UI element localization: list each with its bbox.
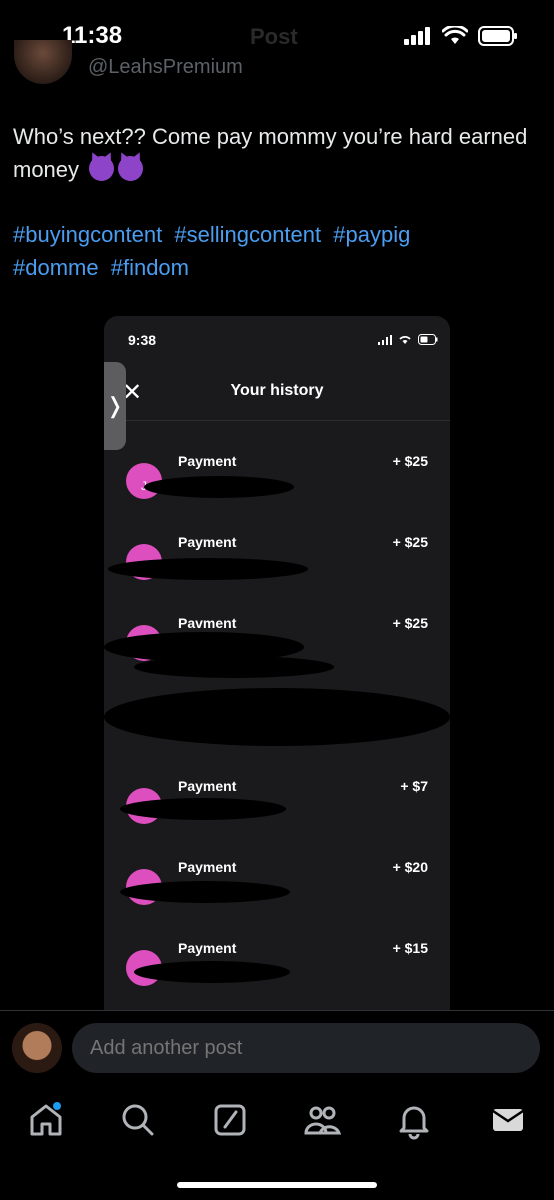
redaction-mark <box>120 798 286 820</box>
transaction-label: Payment <box>178 534 237 550</box>
wifi-icon <box>399 336 411 344</box>
battery-icon <box>478 26 517 46</box>
embedded-screenshot[interactable]: 9:38 ✕ Your history J Payment + $25 J Pa… <box>104 316 450 1026</box>
home-indicator <box>177 1182 377 1188</box>
transaction-label: Payment <box>178 940 237 956</box>
hashtag-link[interactable]: #buyingcontent <box>13 222 162 247</box>
compose-icon[interactable] <box>210 1100 250 1140</box>
hashtag-link[interactable]: #paypig <box>333 222 410 247</box>
divider <box>104 420 450 421</box>
status-icons <box>404 26 518 46</box>
author-handle[interactable]: @LeahsPremium <box>88 56 243 79</box>
transaction-label: Payment <box>178 453 237 469</box>
cellular-signal-icon <box>378 334 392 345</box>
communities-icon[interactable] <box>302 1100 342 1140</box>
smiling-imp-emoji-icon <box>118 156 144 181</box>
reply-bar <box>0 1010 554 1085</box>
status-bar: 11:38 Post <box>0 0 554 78</box>
wifi-icon <box>442 26 468 44</box>
hashtag-link[interactable]: #domme <box>13 255 99 280</box>
transaction-label: Payment <box>178 778 237 794</box>
embed-status-icons <box>378 334 438 345</box>
redaction-mark <box>134 656 334 678</box>
messages-icon[interactable] <box>488 1100 528 1140</box>
transaction-amount: + $20 <box>392 859 428 875</box>
smiling-imp-emoji-icon <box>89 156 115 181</box>
transaction-label: Pavment <box>178 615 237 631</box>
embed-title: Your history <box>230 382 324 399</box>
redaction-mark <box>104 688 450 746</box>
home-icon[interactable] <box>26 1100 66 1140</box>
cellular-signal-icon <box>404 27 430 45</box>
search-icon[interactable] <box>118 1100 158 1140</box>
avatar[interactable] <box>12 1023 62 1073</box>
redaction-mark <box>134 961 290 983</box>
battery-icon <box>418 334 438 345</box>
expand-handle-chevron-icon[interactable]: ❭ <box>104 362 126 450</box>
notifications-icon[interactable] <box>394 1100 434 1140</box>
transaction-label: Payment <box>178 859 237 875</box>
reply-input[interactable] <box>72 1023 540 1073</box>
hashtag-link[interactable]: #sellingcontent <box>174 222 321 247</box>
header-title: Post <box>250 24 298 49</box>
transaction-amount: + $25 <box>392 534 428 550</box>
transaction-amount: + $15 <box>392 940 428 956</box>
transaction-amount: + $25 <box>392 615 428 631</box>
hashtags: #buyingcontent #sellingcontent #paypig #… <box>13 218 533 284</box>
redaction-mark <box>108 558 308 580</box>
embed-status-time: 9:38 <box>128 332 157 348</box>
transaction-amount: + $25 <box>392 453 428 469</box>
hashtag-link[interactable]: #findom <box>111 255 189 280</box>
transaction-amount: + $7 <box>400 778 428 794</box>
redaction-mark <box>120 881 290 903</box>
post-text: Who’s next?? Come pay mommy you’re hard … <box>13 120 533 186</box>
redaction-mark <box>144 476 294 498</box>
